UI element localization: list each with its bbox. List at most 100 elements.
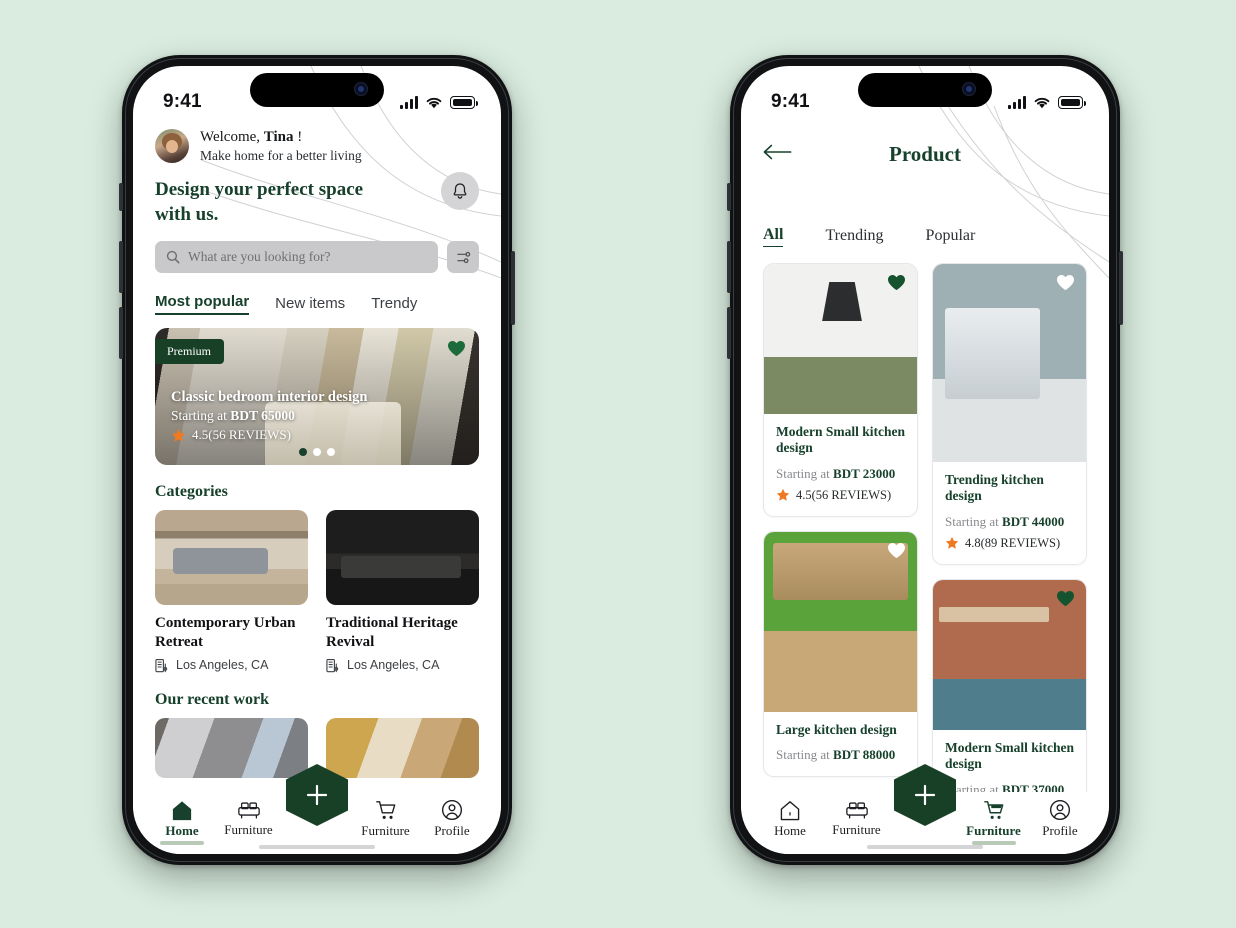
nav-item-furniture[interactable]: Furniture (220, 800, 278, 838)
featured-favorite-button[interactable] (447, 340, 466, 362)
categories-title: Categories (155, 483, 228, 501)
favorite-button[interactable] (1056, 590, 1075, 612)
avatar[interactable] (155, 129, 189, 163)
nav-item-cart[interactable]: Furniture (357, 800, 415, 839)
status-time: 9:41 (163, 91, 202, 112)
featured-title: Classic bedroom interior design (171, 389, 368, 406)
categories-grid: Contemporary Urban Retreat Los Angeles, … (155, 510, 479, 673)
plus-icon (306, 784, 328, 806)
featured-rating-row: 4.5(56 REVIEWS) (171, 427, 367, 443)
phone-mute-switch[interactable] (119, 183, 123, 211)
phone-power-button[interactable] (511, 251, 515, 325)
heart-filled-icon (1057, 274, 1074, 291)
favorite-button[interactable] (1056, 274, 1075, 296)
tab-popular[interactable]: Popular (926, 227, 976, 247)
star-icon (945, 537, 959, 550)
nav-label-furniture-left: Furniture (832, 822, 881, 837)
bell-icon (453, 182, 467, 199)
featured-card[interactable]: Premium Classic bedroom interior design … (155, 328, 479, 466)
cart-icon (375, 800, 395, 819)
product-rating-text: 4.8(89 REVIEWS) (965, 535, 1061, 550)
building-icon (155, 658, 168, 673)
product-card-trending-44000[interactable]: Trending kitchen design Starting at BDT … (932, 263, 1087, 565)
arrow-left-icon (763, 144, 792, 159)
battery-icon (1058, 95, 1086, 109)
filter-sliders-icon (456, 251, 470, 263)
cellular-bars-icon (400, 95, 418, 109)
heart-filled-icon (888, 542, 905, 558)
product-name: Large kitchen design (776, 721, 897, 737)
page-headline: Design your perfect space with us. (155, 179, 364, 225)
nav-item-profile[interactable]: Profile (423, 799, 481, 839)
heart-filled-icon (448, 341, 465, 357)
tab-new-items[interactable]: New items (275, 295, 345, 315)
favorite-button[interactable] (887, 542, 906, 564)
product-price-prefix: Starting at (776, 465, 830, 481)
nav-active-underline (160, 840, 204, 845)
phone-volume-up-button[interactable] (727, 241, 731, 293)
nav-item-cart[interactable]: Furniture (965, 800, 1023, 845)
category-location-text-2: Los Angeles, CA (347, 658, 440, 673)
front-camera-icon (962, 82, 976, 96)
notification-bell-button[interactable] (441, 172, 479, 210)
carousel-dot-1[interactable] (299, 448, 307, 457)
search-input[interactable]: What are you looking for? (155, 241, 438, 274)
welcome-row: Welcome, Tina ! Make home for a better l… (155, 128, 479, 164)
category-name-2: Traditional Heritage Revival (326, 615, 458, 650)
nav-item-home[interactable]: Home (153, 800, 211, 845)
phone-mute-switch[interactable] (727, 183, 731, 211)
phone-notch (250, 73, 384, 107)
featured-price-value: BDT 65000 (230, 408, 295, 424)
plus-icon (914, 784, 936, 806)
welcome-text: Welcome, Tina ! Make home for a better l… (200, 128, 362, 164)
product-column-right: Trending kitchen design Starting at BDT … (932, 263, 1087, 812)
product-card-modern-small-23000[interactable]: Modern Small kitchen design Starting at … (763, 263, 918, 517)
sofa-icon (237, 802, 260, 819)
star-icon (776, 489, 790, 502)
welcome-prefix: Welcome, (200, 129, 261, 145)
favorite-button[interactable] (887, 274, 906, 296)
product-card-large-kitchen-88000[interactable]: Large kitchen design Starting at BDT 880… (763, 530, 918, 778)
tab-trending[interactable]: Trending (825, 227, 883, 247)
home-indicator (867, 845, 983, 849)
featured-price-prefix: Starting at (171, 408, 227, 424)
carousel-dots[interactable] (299, 448, 335, 457)
phone-power-button[interactable] (1119, 251, 1123, 325)
featured-rating-text: 4.5(56 REVIEWS) (192, 427, 291, 443)
back-button[interactable] (763, 143, 793, 166)
phone-volume-up-button[interactable] (119, 241, 123, 293)
welcome-suffix: ! (297, 129, 303, 145)
product-image (764, 531, 917, 712)
product-name: Modern Small kitchen design (945, 739, 1075, 772)
wifi-icon (1034, 97, 1050, 108)
product-image (764, 264, 917, 414)
nav-item-home[interactable]: Home (761, 800, 819, 839)
product-rating-text: 4.5(56 REVIEWS) (796, 487, 892, 502)
nav-item-furniture[interactable]: Furniture (828, 800, 886, 838)
carousel-dot-3[interactable] (327, 448, 335, 457)
category-name-1: Contemporary Urban Retreat (155, 615, 296, 650)
nav-label-home: Home (165, 822, 199, 838)
category-card-2[interactable]: Traditional Heritage Revival Los Angeles… (326, 510, 479, 673)
carousel-dot-2[interactable] (313, 448, 321, 457)
product-body: Large kitchen design Starting at BDT 880… (764, 712, 917, 776)
category-card-1[interactable]: Contemporary Urban Retreat Los Angeles, … (155, 510, 308, 673)
tab-all[interactable]: All (763, 226, 784, 247)
phone1-screen: 9:41 Welcome, Tina ! Make home for a bet… (133, 66, 501, 854)
product-price: Starting at BDT 44000 (945, 514, 1074, 530)
welcome-greeting: Welcome, Tina ! (200, 128, 362, 146)
tab-most-popular[interactable]: Most popular (155, 293, 250, 316)
filter-button[interactable] (447, 241, 479, 274)
phone-volume-down-button[interactable] (727, 307, 731, 359)
tab-trendy[interactable]: Trendy (371, 295, 417, 315)
product-rating-row: 4.8(89 REVIEWS) (945, 536, 1074, 551)
recent-work-title: Our recent work (155, 690, 270, 708)
recent-work-image-1[interactable] (155, 717, 308, 778)
phone-volume-down-button[interactable] (119, 307, 123, 359)
screenshot-canvas: 9:41 Welcome, Tina ! Make home for a bet… (0, 0, 1236, 928)
phone2-screen: 9:41 Product All Trending Popular Modern… (741, 66, 1109, 854)
nav-item-profile[interactable]: Profile (1031, 799, 1089, 839)
recent-work-image-2[interactable] (326, 717, 479, 778)
phone-mockup-home: 9:41 Welcome, Tina ! Make home for a bet… (119, 55, 515, 865)
product-card-modern-small-37000[interactable]: Modern Small kitchen design Starting at … (932, 578, 1087, 812)
